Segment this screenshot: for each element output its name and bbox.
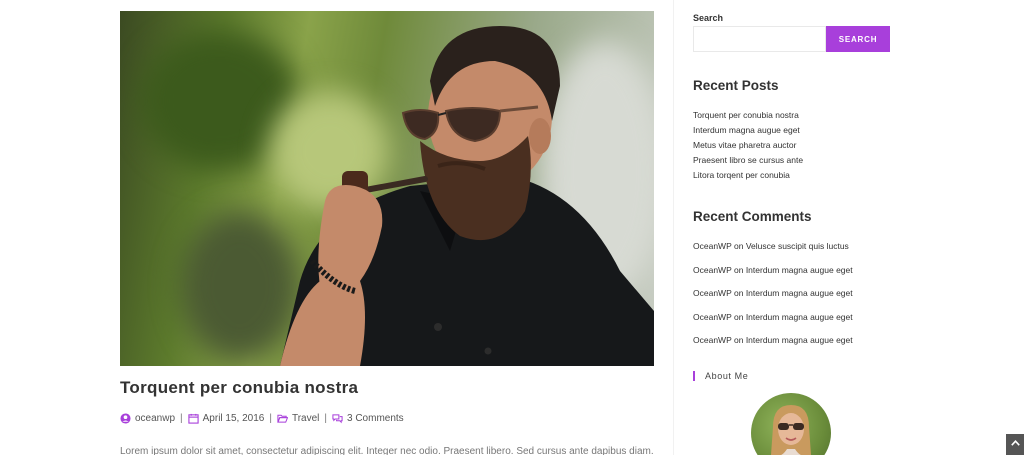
recent-post-link[interactable]: Metus vitae pharetra auctor [693,140,803,155]
recent-post-link[interactable]: Interdum magna augue eget [693,125,803,140]
comment-on-text: on [733,241,744,251]
recent-comment-item: OceanWP on Velusce suscipit quis luctus [693,241,853,265]
comment-on-text: on [733,311,744,322]
post-date: April 15, 2016 [202,413,265,424]
chevron-up-icon [1010,440,1020,446]
calendar-icon [188,413,199,424]
post-category-link[interactable]: Travel [292,413,319,424]
recent-comment-item: OceanWP on Interdum magna augue eget [693,335,853,359]
recent-comment-item: OceanWP on Interdum magna augue eget [693,265,853,289]
search-button[interactable]: SEARCH [826,26,890,52]
post-excerpt: Lorem ipsum dolor sit amet, consectetur … [120,446,654,455]
comment-author-link[interactable]: OceanWP [693,335,732,345]
recent-comment-item: OceanWP on Interdum magna augue eget [693,312,853,336]
user-circle-icon [120,413,131,424]
comment-post-link[interactable]: Interdum magna augue eget [746,312,853,322]
comment-author-link[interactable]: OceanWP [693,241,732,251]
about-me-avatar [751,393,831,455]
recent-comments-title: Recent Comments [693,209,812,224]
meta-separator: | [269,413,272,424]
search-input[interactable] [693,26,826,52]
recent-posts-title: Recent Posts [693,78,779,93]
recent-comments-list: OceanWP on Velusce suscipit quis luctus … [693,241,853,359]
comment-post-link[interactable]: Interdum magna augue eget [746,335,853,345]
meta-separator: | [180,413,183,424]
comment-on-text: on [733,264,744,275]
comment-author-link[interactable]: OceanWP [693,265,732,275]
comment-post-link[interactable]: Velusce suscipit quis luctus [746,241,849,251]
folder-open-icon [277,414,288,423]
post-title[interactable]: Torquent per conubia nostra [120,378,358,398]
comment-post-link[interactable]: Interdum magna augue eget [746,288,853,298]
search-label: Search [693,13,724,23]
man-with-pipe-illustration [280,26,654,366]
recent-comment-item: OceanWP on Interdum magna augue eget [693,288,853,312]
comment-on-text: on [733,335,744,345]
woman-portrait-illustration [771,405,811,455]
scroll-to-top-button[interactable] [1006,434,1024,455]
post-author-link[interactable]: oceanwp [135,413,175,424]
recent-post-link[interactable]: Litora torqent per conubia [693,170,803,185]
sidebar: Search SEARCH Recent Posts Torquent per … [673,0,913,455]
comment-post-link[interactable]: Interdum magna augue eget [746,265,853,275]
featured-image[interactable] [120,11,654,366]
recent-post-link[interactable]: Praesent libro se cursus ante [693,155,803,170]
post-comments-link[interactable]: 3 Comments [347,413,404,424]
recent-posts-list: Torquent per conubia nostra Interdum mag… [693,110,803,185]
about-me-title: About Me [693,371,748,381]
comments-icon [332,414,343,424]
comment-author-link[interactable]: OceanWP [693,312,732,322]
recent-post-link[interactable]: Torquent per conubia nostra [693,110,803,125]
comment-author-link[interactable]: OceanWP [693,288,732,298]
meta-separator: | [324,413,327,424]
comment-on-text: on [733,288,744,298]
post-meta: oceanwp | April 15, 2016 | Travel | 3 Co… [120,413,404,424]
